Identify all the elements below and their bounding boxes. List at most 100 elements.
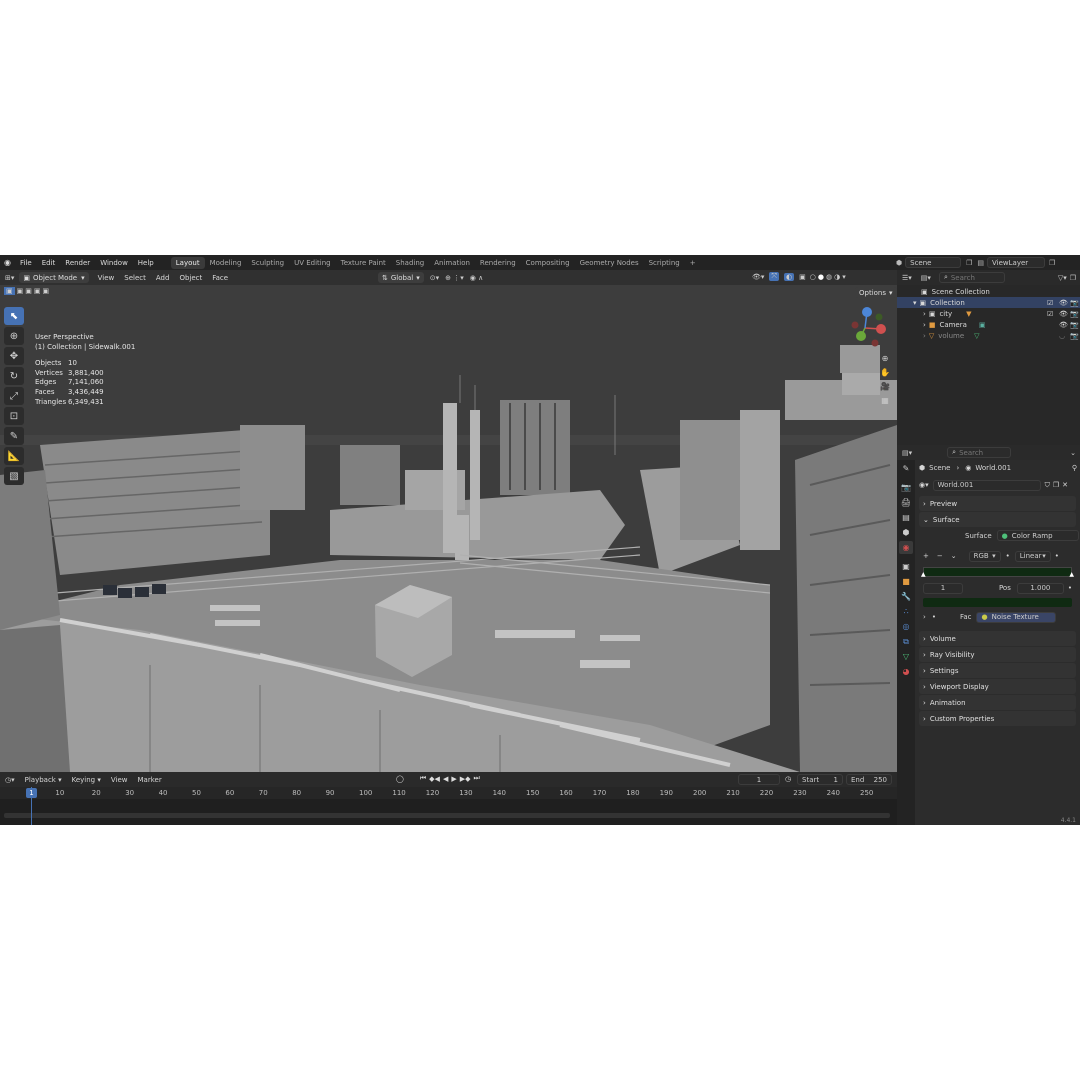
panel-animation[interactable]: › Animation <box>919 695 1076 710</box>
stop-position-field[interactable]: 1.000 <box>1016 582 1064 594</box>
tab-shading[interactable]: Shading <box>391 257 429 269</box>
volume-hidden-icon[interactable]: ◡ <box>1059 332 1065 340</box>
active-stop-field[interactable]: 1 <box>923 582 963 594</box>
fac-input-field[interactable]: ● Noise Texture <box>976 611 1057 623</box>
timeline-menu-view[interactable]: View <box>106 776 133 784</box>
collection-checkbox[interactable]: ☑ <box>1047 299 1053 307</box>
expand-chevron-icon[interactable]: › <box>923 321 926 329</box>
scale-tool-icon[interactable]: ⤢ <box>4 387 24 405</box>
unlink-icon[interactable]: ✕ <box>1062 481 1068 489</box>
panel-surface[interactable]: ⌄ Surface <box>919 512 1076 527</box>
output-tab-icon[interactable]: 🖨 <box>899 496 913 509</box>
tab-layout[interactable]: Layout <box>170 256 205 269</box>
tab-sculpting[interactable]: Sculpting <box>246 257 289 269</box>
remove-stop-icon[interactable]: − <box>937 552 943 560</box>
display-mode-icon[interactable]: ▤▾ <box>917 274 935 282</box>
viewport-menu-select[interactable]: Select <box>119 274 151 282</box>
ramp-color-mode-dropdown[interactable]: RGB ▾ <box>968 550 1001 562</box>
world-browse-icon[interactable]: ◉▾ <box>919 481 929 489</box>
city-visibility-icon[interactable]: 👁 <box>1059 310 1068 318</box>
current-frame-field[interactable]: 1 <box>738 774 780 785</box>
tab-rendering[interactable]: Rendering <box>475 257 521 269</box>
add-cube-tool-icon[interactable]: ▧ <box>4 467 24 485</box>
timeline-track[interactable] <box>0 799 897 825</box>
overlay-toggle-icon[interactable]: ◐ <box>784 272 795 281</box>
shading-options-icon[interactable]: ▾ <box>842 273 846 281</box>
shading-rendered-icon[interactable]: ◑ <box>834 273 840 281</box>
record-icon[interactable]: ◯ <box>396 775 404 783</box>
clock-icon[interactable]: ◷ <box>785 775 791 783</box>
timeline-scrollbar[interactable] <box>4 813 890 818</box>
measure-tool-icon[interactable]: 📐 <box>4 447 24 465</box>
world-name-field[interactable]: World.001 <box>932 479 1041 491</box>
outliner-search-input[interactable]: ⌕ Search <box>938 272 1005 283</box>
camera-render-icon[interactable]: 📷 <box>1070 321 1079 329</box>
viewlayer-selector[interactable]: ViewLayer <box>987 257 1046 268</box>
jump-start-icon[interactable]: ⏮ <box>420 774 426 783</box>
add-stop-icon[interactable]: + <box>923 552 929 560</box>
ortho-toggle-icon[interactable]: ▦ <box>879 394 891 408</box>
jump-end-icon[interactable]: ⏭ <box>474 774 480 783</box>
viewport-menu-view[interactable]: View <box>93 274 120 282</box>
options-button[interactable]: Options ▾ <box>855 287 897 298</box>
tab-geometry-nodes[interactable]: Geometry Nodes <box>575 257 644 269</box>
view-layer-tab-icon[interactable]: ▤ <box>899 511 913 524</box>
ramp-stop-right-icon[interactable]: ▲ <box>1069 571 1074 578</box>
render-tab-icon[interactable]: 📷 <box>899 481 913 494</box>
camera-visibility-icon[interactable]: 👁 <box>1059 321 1068 329</box>
next-keyframe-icon[interactable]: ▶◆ <box>460 775 471 783</box>
collection-tab-icon[interactable]: ▣ <box>899 560 913 573</box>
timeline-menu-keying[interactable]: Keying ▾ <box>67 776 106 784</box>
city-render-icon[interactable]: 📷 <box>1070 310 1079 318</box>
ramp-stop-left-icon[interactable]: ▲ <box>921 571 926 578</box>
volume-render-icon[interactable]: 📷 <box>1070 332 1079 340</box>
add-workspace-button[interactable]: + <box>685 257 701 269</box>
properties-search-input[interactable]: ⌕ Search <box>947 447 1012 458</box>
timeline-menu-playback[interactable]: Playback ▾ <box>20 776 67 784</box>
expand-fac-icon[interactable]: › <box>923 613 926 621</box>
menu-edit[interactable]: Edit <box>37 259 61 267</box>
blender-logo-icon[interactable]: ◉ <box>0 258 15 267</box>
tab-uv-editing[interactable]: UV Editing <box>289 257 336 269</box>
select-subtract-icon[interactable]: ▣ <box>25 287 32 295</box>
timeline-editor-icon[interactable]: ◷▾ <box>0 776 20 784</box>
tab-compositing[interactable]: Compositing <box>521 257 575 269</box>
playhead-frame[interactable]: 1 <box>26 788 37 798</box>
expand-chevron-icon[interactable]: › <box>923 332 926 340</box>
camera-view-icon[interactable]: 🎥 <box>879 380 891 394</box>
collection-visibility-icon[interactable]: 👁 <box>1059 299 1068 307</box>
navigation-gizmo[interactable] <box>843 303 893 353</box>
panel-preview[interactable]: › Preview <box>919 496 1076 511</box>
prev-keyframe-icon[interactable]: ◆◀ <box>429 775 440 783</box>
menu-window[interactable]: Window <box>95 259 133 267</box>
xray-icon[interactable]: ▣ <box>799 273 806 281</box>
material-tab-icon[interactable]: ◕ <box>899 665 913 678</box>
select-extend-icon[interactable]: ▣ <box>17 287 24 295</box>
properties-editor-icon[interactable]: ▤▾ <box>897 449 917 457</box>
particles-tab-icon[interactable]: ∴ <box>899 605 913 618</box>
snap-icon[interactable]: ⊕ ⋮▾ <box>445 274 464 282</box>
timeline-ruler[interactable]: 10 20 30 40 50 60 70 80 90 100 110 120 130 140 150 160 1… <box>0 787 897 799</box>
surface-node-field[interactable]: ● Color Ramp <box>996 530 1079 541</box>
color-ramp-bar[interactable]: ▲ ▲ <box>921 567 1074 578</box>
pan-hand-icon[interactable]: ✋ <box>879 366 891 380</box>
data-tab-icon[interactable]: ▽ <box>899 650 913 663</box>
panel-viewport-display[interactable]: › Viewport Display <box>919 679 1076 694</box>
scene-tab-icon[interactable]: ⬢ <box>899 526 913 539</box>
new-scene-icon[interactable]: ❐ <box>966 259 972 267</box>
new-viewlayer-icon[interactable]: ❐ <box>1049 259 1055 267</box>
tool-tab-icon[interactable]: ✎ <box>899 462 913 475</box>
3d-viewport[interactable]: ⬉ ⊕ ✥ ↻ ⤢ ⊡ ✎ 📐 ▧ ▣ ▣ ▣ ▣ ▣ User Perspec… <box>0 285 897 772</box>
gizmo-toggle-icon[interactable]: ⤧ <box>769 272 780 281</box>
select-new-icon[interactable]: ▣ <box>4 287 15 295</box>
new-collection-icon[interactable]: ❐ <box>1070 274 1080 282</box>
outliner-item-city[interactable]: › ▣ city ▼ ☑ 👁 📷 <box>897 308 1080 319</box>
modifier-tab-icon[interactable]: 🔧 <box>899 590 913 603</box>
outliner-editor-icon[interactable]: ☰▾ <box>897 274 917 282</box>
rotate-tool-icon[interactable]: ↻ <box>4 367 24 385</box>
panel-settings[interactable]: › Settings <box>919 663 1076 678</box>
panel-volume[interactable]: › Volume <box>919 631 1076 646</box>
stop-color-swatch[interactable] <box>923 598 1072 607</box>
expand-chevron-icon[interactable]: › <box>923 310 926 318</box>
annotate-tool-icon[interactable]: ✎ <box>4 427 24 445</box>
